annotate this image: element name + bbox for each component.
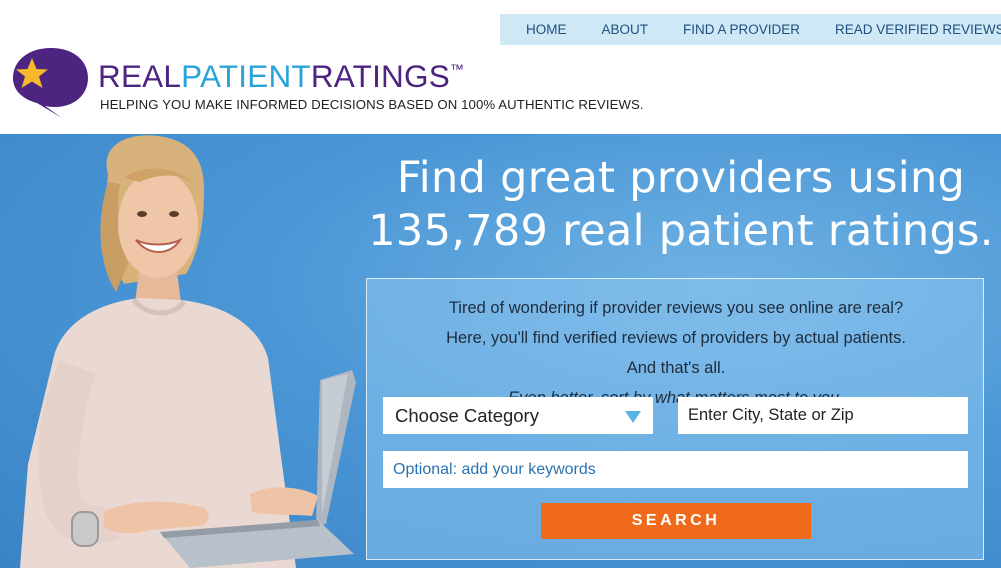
brand-wordmark[interactable]: REALPATIENTRATINGS™ (98, 58, 464, 95)
intro-line-2: Here, you'll find verified reviews of pr… (446, 329, 906, 347)
location-input[interactable] (678, 397, 968, 434)
top-navigation: HOME ABOUT FIND A PROVIDER READ VERIFIED… (500, 14, 1001, 45)
site-header: HOME ABOUT FIND A PROVIDER READ VERIFIED… (0, 0, 1001, 134)
brand-part-ratings: RATINGS (310, 58, 450, 94)
category-select[interactable]: Choose Category (383, 397, 653, 434)
trademark-symbol: ™ (449, 61, 465, 77)
nav-about-link[interactable]: ABOUT (602, 22, 649, 37)
brand-part-real: REAL (98, 58, 182, 94)
nav-home-link[interactable]: HOME (526, 22, 567, 37)
search-panel: Tired of wondering if provider reviews y… (366, 278, 984, 560)
nav-find-provider-link[interactable]: FIND A PROVIDER (683, 22, 800, 37)
search-button[interactable]: SEARCH (541, 503, 811, 539)
brand-part-patient: PATIENT (181, 58, 311, 94)
search-intro-text: Tired of wondering if provider reviews y… (367, 293, 985, 413)
hero-headline: Find great providers using 135,789 real … (366, 152, 996, 258)
triangle-down-icon[interactable] (625, 411, 641, 423)
intro-line-1: Tired of wondering if provider reviews y… (448, 299, 904, 317)
category-select-value: Choose Category (395, 404, 539, 426)
keywords-input[interactable] (383, 451, 968, 488)
headline-line-2: 135,789 real patient ratings. (368, 206, 994, 256)
hero-woman-with-laptop-photo (20, 135, 356, 568)
hero-section: Find great providers using 135,789 real … (0, 134, 1001, 568)
speech-bubble-star-icon[interactable] (10, 44, 92, 118)
intro-line-3-plain: And that's all. (626, 359, 726, 377)
brand-tagline: HELPING YOU MAKE INFORMED DECISIONS BASE… (100, 97, 644, 112)
headline-line-1: Find great providers using (396, 153, 966, 203)
nav-read-reviews-link[interactable]: READ VERIFIED REVIEWS (835, 22, 1001, 37)
